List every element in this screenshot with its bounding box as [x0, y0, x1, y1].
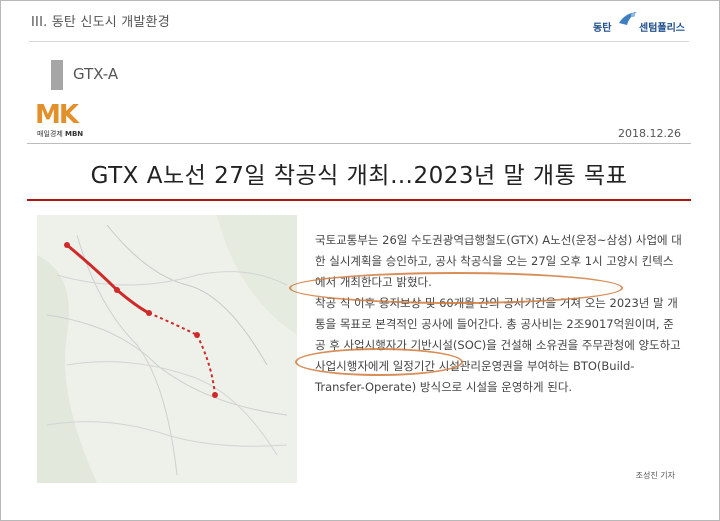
article-reporter: 조성진 기자 — [635, 471, 675, 480]
headline-underline — [27, 199, 691, 201]
article-headline: GTX A노선 27일 착공식 개최…2023년 말 개통 목표 — [90, 163, 628, 189]
subtitle-marker — [51, 60, 63, 90]
mk-caption-left: 매일경제 — [37, 130, 63, 138]
route-map-image — [37, 215, 297, 483]
bird-mark-icon — [619, 12, 637, 25]
article-paragraph: 착공 식 이후 용지보상 및 60개월 간의 공사기간을 거쳐 오는 2023년… — [315, 296, 681, 394]
news-article: MK 매일경제 MBN 2018.12.26 GTX A노선 27일 착공식 개… — [27, 100, 691, 498]
highlight-ellipse — [295, 348, 463, 376]
mk-logo-letters: MK — [35, 100, 79, 130]
date-divider — [27, 143, 691, 144]
mk-logo: MK 매일경제 MBN — [33, 100, 123, 140]
brand-logo-text-left: 동탄 — [593, 23, 612, 34]
section-title: III. 동탄 신도시 개발환경 — [31, 15, 170, 30]
mk-logo-caption: 매일경제 MBN — [37, 129, 83, 139]
slide: III. 동탄 신도시 개발환경 동탄 센텀폴리스 GTX-A MK 매일경제 … — [0, 0, 720, 521]
brand-logo: 동탄 센텀폴리스 — [593, 7, 713, 37]
highlight-ellipse — [289, 272, 623, 304]
article-date: 2018.12.26 — [618, 127, 681, 140]
header-divider — [29, 41, 689, 42]
mk-caption-right: MBN — [65, 130, 84, 138]
brand-logo-text-right: 센텀폴리스 — [639, 23, 685, 34]
subtitle: GTX-A — [73, 65, 119, 83]
